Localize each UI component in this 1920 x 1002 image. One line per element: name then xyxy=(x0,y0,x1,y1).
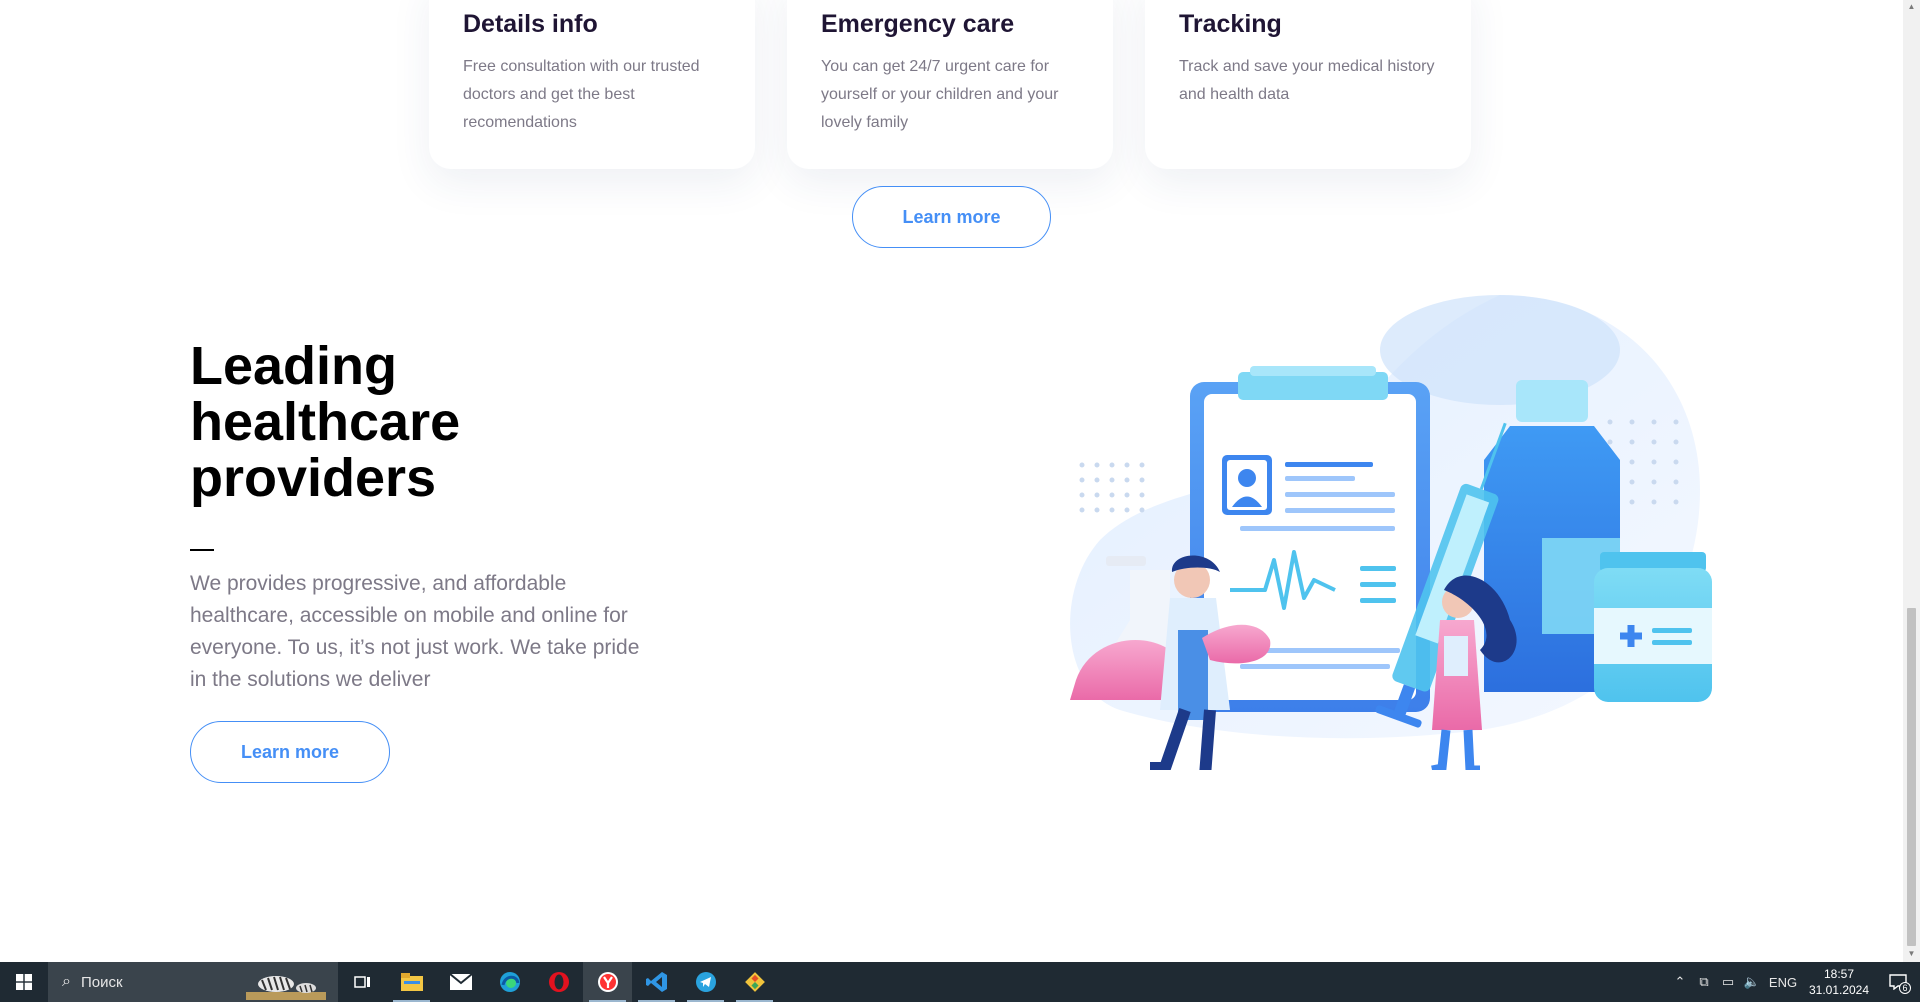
taskbar-app-telegram[interactable] xyxy=(681,962,730,1002)
edge-icon xyxy=(499,972,520,992)
search-placeholder: Поиск xyxy=(80,973,123,991)
task-view-icon xyxy=(353,976,370,988)
taskbar-app-mail[interactable] xyxy=(436,962,485,1002)
taskbar-app-yandex-browser[interactable] xyxy=(583,962,632,1002)
card-text: Free consultation with our trusted docto… xyxy=(463,58,700,131)
notification-center-button[interactable]: 6 xyxy=(1876,962,1920,1002)
hero-description: We provides progressive, and affordable … xyxy=(190,572,640,691)
file-explorer-icon xyxy=(400,973,423,991)
clock-date: 31.01.2024 xyxy=(1808,983,1870,997)
task-view-button[interactable] xyxy=(338,962,387,1002)
start-button[interactable] xyxy=(0,962,48,1002)
card-details-info: Details info Free consultation with our … xyxy=(429,0,755,169)
page-scrollbar[interactable]: ▲ ▼ xyxy=(1903,0,1920,962)
taskbar-app-git[interactable] xyxy=(730,962,779,1002)
card-text: Track and save your medical history and … xyxy=(1179,58,1435,103)
healthcare-illustration xyxy=(1070,295,1712,770)
card-title: Tracking xyxy=(1179,10,1282,38)
notification-count-badge: 6 xyxy=(1899,982,1911,994)
opera-icon xyxy=(548,972,569,992)
volume-icon[interactable]: 🔈 xyxy=(1740,974,1764,990)
git-icon xyxy=(744,972,765,992)
card-title: Emergency care xyxy=(821,10,1015,38)
taskbar-search-box[interactable]: ⌕ Поиск xyxy=(48,962,338,1002)
windows-icon xyxy=(16,974,32,990)
language-indicator[interactable]: ENG xyxy=(1764,975,1802,990)
services-learn-more-button[interactable]: Learn more xyxy=(852,186,1051,248)
browser-viewport: Details info Free consultation with our … xyxy=(0,0,1903,962)
taskbar-app-opera[interactable] xyxy=(534,962,583,1002)
hero-learn-more-button[interactable]: Learn more xyxy=(190,721,390,783)
scroll-up-icon[interactable]: ▲ xyxy=(1907,2,1916,12)
search-icon: ⌕ xyxy=(62,973,71,990)
hero-title: Leading healthcare providers xyxy=(190,336,461,508)
taskbar-app-vscode[interactable] xyxy=(632,962,681,1002)
zebra-search-highlight-icon xyxy=(246,976,326,1000)
vscode-icon xyxy=(645,972,667,992)
taskbar-app-file-explorer[interactable] xyxy=(387,962,436,1002)
chevron-up-icon[interactable]: ⌃ xyxy=(1668,974,1692,990)
system-tray: ⌃ ⧉ ▭ 🔈 ENG 18:57 31.01.2024 6 xyxy=(1668,962,1920,1002)
card-title: Details info xyxy=(463,10,598,38)
hero-divider xyxy=(190,549,214,551)
mail-icon xyxy=(449,974,472,990)
taskbar: ⌕ Поиск ⌃ ⧉ ▭ 🔈 ENG 18:57 31.01.2024 6 xyxy=(0,962,1920,1002)
clock-time: 18:57 xyxy=(1823,967,1855,981)
meet-now-icon[interactable]: ⧉ xyxy=(1692,974,1716,990)
clock[interactable]: 18:57 31.01.2024 xyxy=(1802,966,1876,998)
card-text: You can get 24/7 urgent care for yoursel… xyxy=(821,58,1059,131)
telegram-icon xyxy=(695,972,716,992)
scrollbar-thumb[interactable] xyxy=(1907,608,1916,946)
card-tracking: Tracking Track and save your medical his… xyxy=(1145,0,1471,169)
taskbar-app-edge[interactable] xyxy=(485,962,534,1002)
card-emergency-care: Emergency care You can get 24/7 urgent c… xyxy=(787,0,1113,169)
network-icon[interactable]: ▭ xyxy=(1716,974,1740,990)
scroll-down-icon[interactable]: ▼ xyxy=(1907,949,1916,959)
yandex-browser-icon xyxy=(597,972,618,992)
